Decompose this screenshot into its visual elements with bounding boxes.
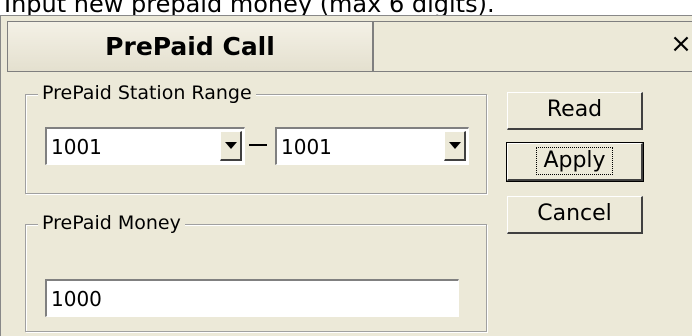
station-from-select[interactable]: 1001 — [45, 127, 245, 165]
chevron-down-icon[interactable] — [220, 131, 242, 161]
apply-button[interactable]: Apply — [506, 142, 644, 182]
station-from-value: 1001 — [51, 135, 102, 159]
chevron-down-icon[interactable] — [444, 131, 466, 161]
station-range-label: PrePaid Station Range — [38, 81, 256, 105]
title-divider — [7, 71, 692, 72]
prepaid-call-dialog: PrePaid Call × PrePaid Station Range 100… — [0, 15, 692, 336]
close-icon[interactable]: × — [669, 24, 692, 64]
cancel-button[interactable]: Cancel — [507, 196, 643, 234]
title-bar-strip — [373, 21, 692, 71]
apply-button-label: Apply — [536, 147, 613, 175]
money-label: PrePaid Money — [38, 211, 185, 235]
station-to-value: 1001 — [281, 135, 332, 159]
money-input[interactable] — [45, 279, 459, 317]
read-button[interactable]: Read — [507, 92, 643, 130]
station-to-select[interactable]: 1001 — [275, 127, 469, 165]
dialog-title: PrePaid Call — [7, 21, 373, 71]
range-separator — [249, 144, 267, 146]
